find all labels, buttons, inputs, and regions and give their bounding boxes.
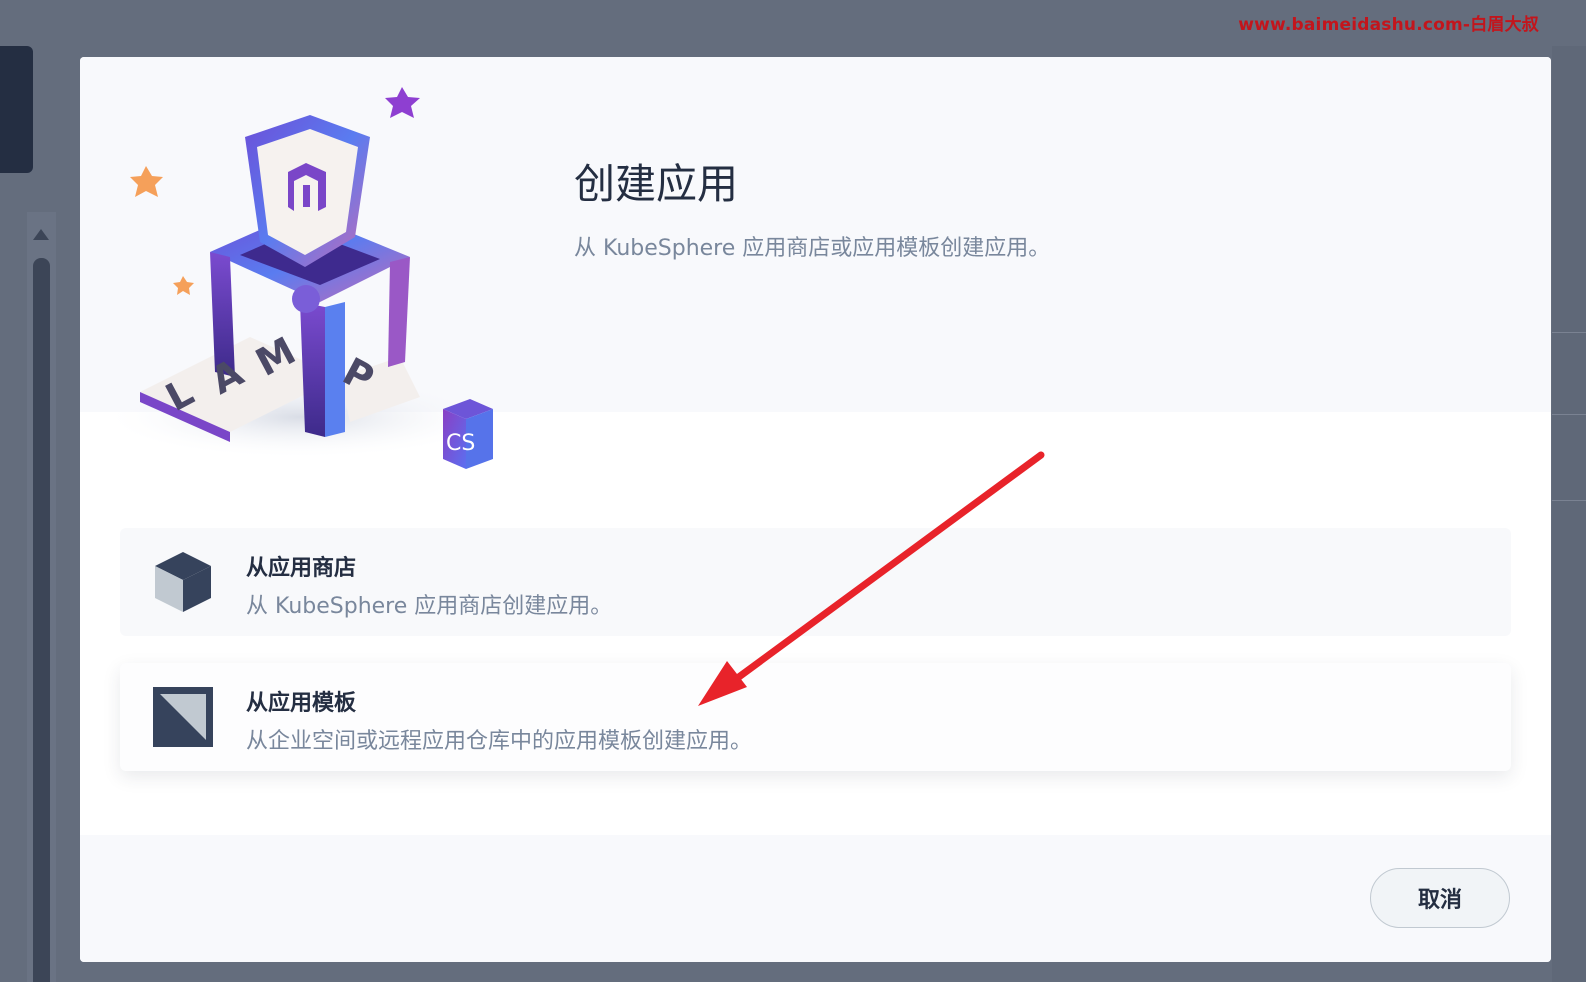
cancel-button[interactable]: 取消	[1370, 868, 1510, 928]
template-icon	[153, 687, 213, 747]
star-icon	[130, 166, 163, 197]
option-title: 从应用模板	[246, 691, 357, 716]
scroll-up-arrow-icon	[33, 229, 49, 240]
watermark-text: www.baimeidashu.com-白眉大叔	[1238, 15, 1539, 35]
dialog-title: 创建应用	[574, 160, 738, 208]
svg-text:CS: CS	[446, 431, 475, 456]
lamp-illustration: L A M P CS	[110, 87, 493, 469]
cube-icon	[155, 552, 211, 612]
create-app-dialog: L A M P CS 创建应用 从 KubeSphere 应用商店或应用模板创建…	[80, 57, 1551, 962]
option-from-app-template[interactable]: 从应用模板 从企业空间或远程应用仓库中的应用模板创建应用。	[120, 663, 1511, 771]
option-from-app-store[interactable]: 从应用商店 从 KubeSphere 应用商店创建应用。	[120, 528, 1511, 636]
background-scrollbar-thumb	[33, 258, 50, 982]
dialog-footer	[80, 835, 1551, 962]
star-icon	[173, 276, 194, 295]
option-description: 从企业空间或远程应用仓库中的应用模板创建应用。	[246, 729, 753, 754]
option-title: 从应用商店	[246, 556, 357, 581]
background-sidebar	[0, 46, 33, 173]
dialog-description: 从 KubeSphere 应用商店或应用模板创建应用。	[574, 236, 1051, 261]
option-description: 从 KubeSphere 应用商店创建应用。	[246, 594, 613, 619]
background-page-edge	[1552, 46, 1586, 982]
star-icon	[385, 87, 420, 118]
